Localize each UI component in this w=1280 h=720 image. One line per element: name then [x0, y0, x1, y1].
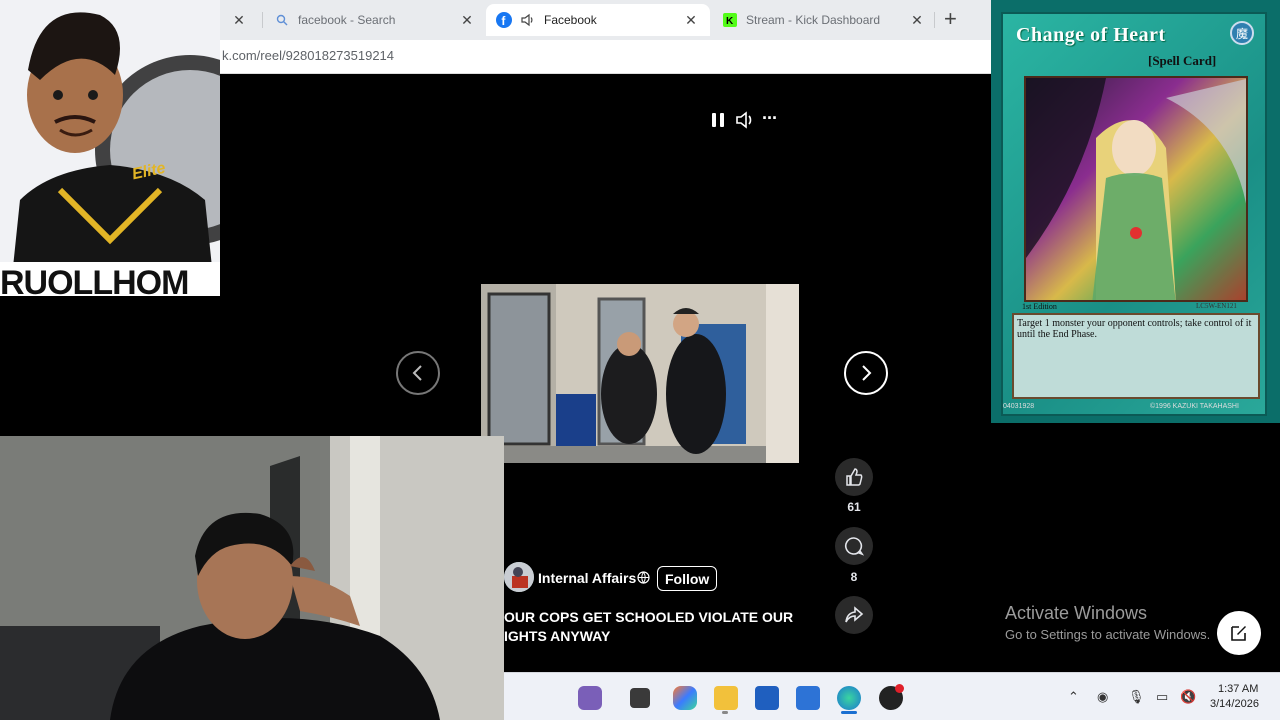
- url-field[interactable]: k.com/reel/928018273519214: [222, 48, 394, 63]
- chevron-right-icon: [862, 365, 872, 381]
- tab-label: Stream - Kick Dashboard: [746, 13, 881, 27]
- facebook-icon: f: [496, 12, 512, 28]
- activate-windows-title: Activate Windows: [1005, 603, 1148, 623]
- comment-count: 8: [850, 570, 858, 584]
- edit-icon: [1231, 626, 1246, 641]
- close-icon[interactable]: ✕: [230, 12, 248, 29]
- microphone-icon[interactable]: 🎙: [1128, 689, 1145, 705]
- card-artwork: [1024, 76, 1248, 302]
- next-reel-button[interactable]: [844, 351, 888, 395]
- notification-badge: [895, 684, 904, 693]
- network-icon[interactable]: ◉: [1097, 689, 1108, 705]
- tab-kick-dashboard[interactable]: K Stream - Kick Dashboard ✕: [712, 4, 936, 36]
- kick-icon: K: [722, 12, 738, 28]
- tab-label: Facebook: [544, 13, 597, 27]
- widgets-icon[interactable]: [578, 686, 602, 710]
- tab-label: facebook - Search: [298, 13, 396, 27]
- search-icon: [274, 12, 290, 28]
- running-indicator: [722, 711, 728, 714]
- thumbs-up-icon: [846, 468, 863, 486]
- svg-text:K: K: [726, 16, 734, 27]
- card-name: Change of Heart: [1016, 24, 1166, 46]
- chevron-up-icon[interactable]: ⌃: [1068, 689, 1079, 705]
- pause-icon[interactable]: [710, 111, 726, 134]
- card-effect-text: Target 1 monster your opponent controls;…: [1017, 318, 1252, 340]
- card-edition: 1st Edition: [1022, 302, 1057, 311]
- clock-time[interactable]: 1:37 AM: [1218, 683, 1258, 695]
- close-icon[interactable]: ✕: [908, 12, 926, 29]
- card-set-code: LC5W-EN121: [1196, 302, 1237, 310]
- previous-reel-button[interactable]: [396, 351, 440, 395]
- spell-attribute-icon: 魔: [1230, 21, 1254, 45]
- volume-muted-icon[interactable]: 🔇: [1180, 689, 1196, 705]
- compose-button[interactable]: [1217, 611, 1261, 655]
- tab-separator: [934, 12, 935, 28]
- close-icon[interactable]: ✕: [458, 12, 476, 29]
- banner-text: RUOLLHOM: [0, 264, 189, 296]
- edge-icon[interactable]: [837, 686, 861, 710]
- streamer-avatar-overlay: Elite RUOLLHOM: [0, 0, 220, 296]
- card-copyright: ©1996 KAZUKI TAKAHASHI: [1150, 403, 1239, 410]
- card-type: [Spell Card]: [1148, 53, 1217, 68]
- like-button[interactable]: [835, 458, 873, 496]
- store-icon[interactable]: [755, 686, 779, 710]
- more-options-icon[interactable]: ···: [762, 108, 778, 129]
- new-tab-button[interactable]: +: [944, 6, 957, 32]
- tab-separator: [262, 12, 263, 28]
- chevron-left-icon: [412, 365, 422, 381]
- speaker-muted-icon[interactable]: [520, 12, 536, 28]
- reel-caption: OUR COPS GET SCHOOLED VIOLATE OUR IGHTS …: [504, 609, 794, 644]
- task-view-icon[interactable]: [630, 688, 650, 708]
- active-indicator: [841, 711, 857, 714]
- share-icon: [845, 606, 864, 623]
- globe-icon: [637, 571, 650, 589]
- volume-icon[interactable]: [735, 110, 755, 135]
- comment-button[interactable]: [835, 527, 873, 565]
- author-name[interactable]: Internal Affairs: [538, 570, 636, 586]
- display-icon[interactable]: ▭: [1156, 689, 1168, 705]
- tab-facebook-search[interactable]: facebook - Search ✕: [264, 4, 486, 36]
- activate-windows-subtitle: Go to Settings to activate Windows.: [1005, 627, 1211, 642]
- copilot-icon[interactable]: [673, 686, 697, 710]
- close-icon[interactable]: ✕: [682, 12, 700, 29]
- card-id: 04031928: [1003, 403, 1035, 410]
- file-explorer-icon[interactable]: [714, 686, 738, 710]
- clock-date[interactable]: 3/14/2026: [1210, 698, 1259, 710]
- comment-icon: [845, 537, 864, 556]
- like-count: 61: [847, 500, 861, 514]
- tab-facebook[interactable]: f Facebook ✕: [486, 4, 710, 36]
- follow-button[interactable]: Follow: [657, 566, 718, 591]
- reel-video[interactable]: [481, 284, 799, 463]
- webcam-feed: [0, 436, 504, 720]
- author-avatar[interactable]: [504, 562, 534, 592]
- share-button[interactable]: [835, 596, 873, 634]
- outlook-icon[interactable]: [796, 686, 820, 710]
